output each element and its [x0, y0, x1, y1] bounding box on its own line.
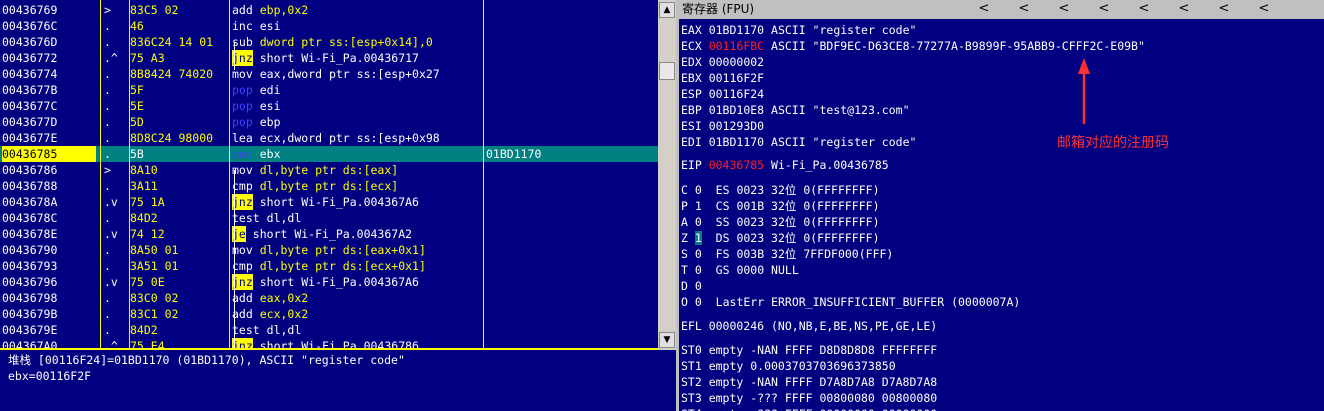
register-value[interactable]: 01BD1170	[709, 23, 764, 37]
register-name: ECX	[681, 39, 709, 53]
segment-info: DS 0023 32位 0(FFFFFFFF)	[715, 231, 880, 245]
scroll-down-icon[interactable]: ▼	[659, 332, 675, 348]
register-comment: ASCII "BDF9EC-D63CE8-77277A-B9899F-95ABB…	[764, 39, 1145, 53]
register-line[interactable]: EIP 00436785 Wi-Fi_Pa.00436785	[681, 157, 889, 173]
register-line[interactable]: ESP 00116F24	[681, 86, 764, 102]
flag-name: O	[681, 295, 688, 309]
register-line[interactable]: EDX 00000002	[681, 54, 764, 70]
info-pane[interactable]: 堆栈 [00116F24]=01BD1170 (01BD1170), ASCII…	[0, 350, 676, 411]
segment-info: GS 0000 NULL	[715, 263, 799, 277]
register-nav-arrow-icon[interactable]: <	[1050, 1, 1078, 18]
register-line[interactable]: ECX 00116FBC ASCII "BDF9EC-D63CE8-77277A…	[681, 38, 1145, 54]
flag-line[interactable]: S 0 FS 003B 32位 7FFDF000(FFF)	[681, 246, 893, 262]
disassembly-scrollbar[interactable]: ▲ ▼	[658, 0, 676, 350]
flag-line[interactable]: D 0	[681, 278, 716, 294]
register-name: EBP	[681, 103, 709, 117]
flag-name: D	[681, 279, 688, 293]
register-name: EDI	[681, 135, 709, 149]
scroll-thumb[interactable]	[659, 62, 675, 80]
register-nav-arrow-icon[interactable]: <	[1250, 1, 1278, 18]
flag-line[interactable]: O 0 LastErr ERROR_INSUFFICIENT_BUFFER (0…	[681, 294, 1020, 310]
segment-info: SS 0023 32位 0(FFFFFFFF)	[715, 215, 880, 229]
flag-line[interactable]: Z 1 DS 0023 32位 0(FFFFFFFF)	[681, 230, 880, 246]
register-name: EAX	[681, 23, 709, 37]
register-nav-arrow-icon[interactable]: <	[1130, 1, 1158, 18]
flag-value[interactable]: 0	[695, 183, 702, 197]
scroll-up-icon[interactable]: ▲	[659, 2, 675, 18]
annotation-arrow-icon	[1078, 58, 1090, 124]
register-comment: ASCII "test@123.com"	[764, 103, 910, 117]
register-value[interactable]: 00000002	[709, 55, 764, 69]
flag-name: A	[681, 215, 688, 229]
register-line[interactable]: ESI 001293D0	[681, 118, 764, 134]
register-nav-arrow-icon[interactable]: <	[1210, 1, 1238, 18]
register-comment: ASCII "register code"	[764, 135, 917, 149]
register-value[interactable]: 00116F24	[709, 87, 764, 101]
segment-info: LastErr ERROR_INSUFFICIENT_BUFFER (00000…	[715, 295, 1021, 309]
flag-line[interactable]: A 0 SS 0023 32位 0(FFFFFFFF)	[681, 214, 880, 230]
register-name: EBX	[681, 71, 709, 85]
segment-info: ES 0023 32位 0(FFFFFFFF)	[715, 183, 880, 197]
register-value[interactable]: 00436785	[709, 158, 764, 172]
flag-name: P	[681, 199, 688, 213]
fpu-register-line[interactable]: ST4 empty -??? FFFF 00000000 00000000	[681, 406, 937, 411]
flag-name: T	[681, 263, 688, 277]
registers-titlebar[interactable]: 寄存器 (FPU) < < < < < < < <	[679, 0, 1324, 19]
flag-name: C	[681, 183, 688, 197]
register-line[interactable]: EBP 01BD10E8 ASCII "test@123.com"	[681, 102, 910, 118]
fpu-register-line[interactable]: ST0 empty -NAN FFFF D8D8D8D8 FFFFFFFF	[681, 342, 937, 358]
fpu-register-line[interactable]: ST2 empty -NAN FFFF D7A8D7A8 D7A8D7A8	[681, 374, 937, 390]
segment-info: FS 003B 32位 7FFDF000(FFF)	[715, 247, 894, 261]
flag-value[interactable]: 1	[694, 231, 702, 245]
register-comment: Wi-Fi_Pa.00436785	[764, 158, 889, 172]
annotation-label: 邮箱对应的注册码	[1057, 135, 1169, 151]
flag-value[interactable]: 0	[695, 215, 702, 229]
register-name: ESI	[681, 119, 709, 133]
register-value[interactable]: 01BD10E8	[709, 103, 764, 117]
register-value[interactable]: 00116FBC	[709, 39, 764, 53]
flag-value[interactable]: 1	[695, 199, 702, 213]
registers-title: 寄存器 (FPU)	[682, 2, 755, 16]
register-comment: ASCII "register code"	[764, 23, 917, 37]
register-line[interactable]: EBX 00116F2F	[681, 70, 764, 86]
segment-info: CS 001B 32位 0(FFFFFFFF)	[715, 199, 880, 213]
register-value[interactable]: 00116F2F	[709, 71, 764, 85]
fpu-register-line[interactable]: ST1 empty 0.0003703703696373850	[681, 358, 896, 374]
registers-pane[interactable]: 寄存器 (FPU) < < < < < < < < EAX 01BD1170 ASCII "r…	[679, 0, 1324, 411]
register-value[interactable]: 01BD1170	[709, 135, 764, 149]
flag-name: Z	[681, 231, 688, 245]
flag-line[interactable]: P 1 CS 001B 32位 0(FFFFFFFF)	[681, 198, 880, 214]
register-line[interactable]: EDI 01BD1170 ASCII "register code"	[681, 134, 916, 150]
flag-line[interactable]: T 0 GS 0000 NULL	[681, 262, 799, 278]
register-nav-arrow-icon[interactable]: <	[1090, 1, 1118, 18]
flag-value[interactable]: 0	[695, 279, 702, 293]
register-line[interactable]: EAX 01BD1170 ASCII "register code"	[681, 22, 916, 38]
register-value[interactable]: 001293D0	[709, 119, 764, 133]
flag-name: S	[681, 247, 688, 261]
register-nav-arrow-icon[interactable]: <	[1010, 1, 1038, 18]
info-line-register: ebx=00116F2F	[8, 369, 92, 383]
fpu-register-line[interactable]: ST3 empty -??? FFFF 00800080 00800080	[681, 390, 937, 406]
register-name: ESP	[681, 87, 709, 101]
efl-line[interactable]: EFL 00000246 (NO,NB,E,BE,NS,PE,GE,LE)	[681, 318, 937, 334]
register-name: EDX	[681, 55, 709, 69]
register-nav-arrow-icon[interactable]: <	[1170, 1, 1198, 18]
flag-value[interactable]: 0	[695, 263, 702, 277]
info-line-stack: 堆栈 [00116F24]=01BD1170 (01BD1170), ASCII…	[8, 353, 405, 367]
flag-line[interactable]: C 0 ES 0023 32位 0(FFFFFFFF)	[681, 182, 880, 198]
flag-value[interactable]: 0	[695, 295, 702, 309]
flag-value[interactable]: 0	[695, 247, 702, 261]
register-name: EIP	[681, 158, 709, 172]
register-nav-arrow-icon[interactable]: <	[970, 1, 998, 18]
disassembly-border	[0, 0, 676, 350]
